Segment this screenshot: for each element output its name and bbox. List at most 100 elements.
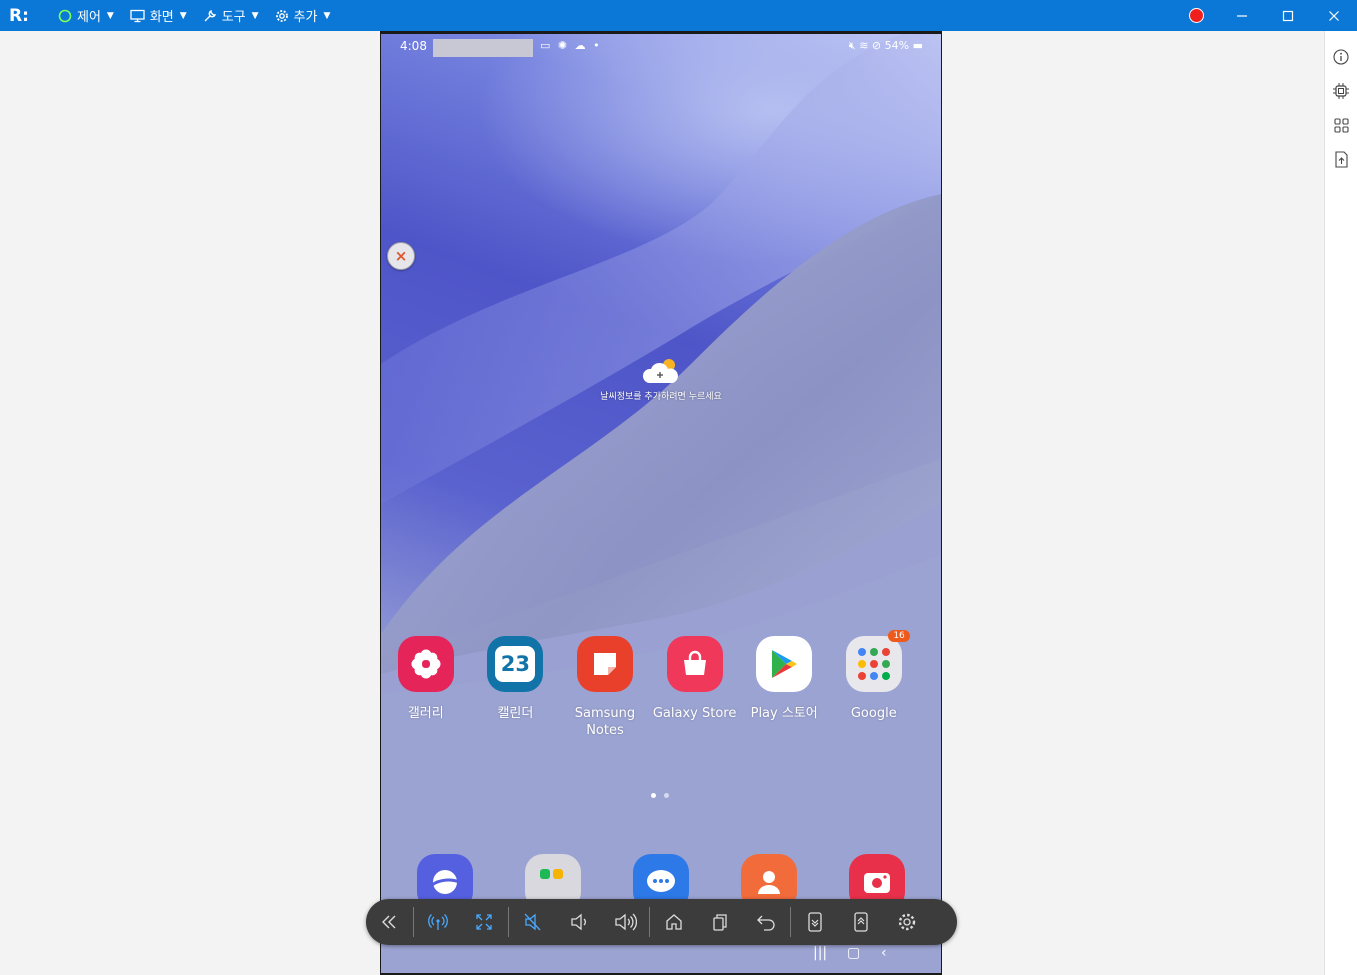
undo-icon [757,915,775,931]
grid-icon [1333,117,1349,133]
wifi-icon: ≋ [859,39,869,52]
page-indicator [651,793,669,798]
collapse-toolbar-button[interactable] [366,899,412,945]
device-screen[interactable]: 4:08 ▭ ✺ ☁ • 🔇︎ ≋ ⊘ 54% ▬ × 날씨정보를 추가하려면 … [381,34,941,973]
google-folder-icon: 16 [845,630,910,692]
home-button[interactable] [651,899,697,945]
monitor-icon [130,9,145,22]
app-google-folder[interactable]: 16 Google [829,630,919,739]
toolbar-separator [649,907,650,937]
menu-control-label: 제어 [77,10,101,25]
play-store-icon [756,636,813,692]
device-frame: 4:08 ▭ ✺ ☁ • 🔇︎ ≋ ⊘ 54% ▬ × 날씨정보를 추가하려면 … [380,31,942,975]
volume-down-icon [571,913,586,931]
chip-icon [1333,83,1349,99]
menu-tools-label: 도구 [221,10,246,25]
toolbar-separator [790,907,791,937]
back-nav-icon[interactable]: ‹ [881,945,887,961]
menu-more[interactable]: 추가 ▼ [267,0,339,31]
app-label: Samsung Notes [574,706,636,738]
apps-grid-button[interactable] [1325,108,1357,142]
close-button[interactable] [1311,0,1357,31]
home-nav-icon[interactable]: ▢ [847,945,860,961]
scroll-down-button[interactable] [792,899,838,945]
app-label: Galaxy Store [652,706,737,721]
gallery-icon [397,636,454,692]
info-button[interactable] [1325,40,1357,74]
app-calendar[interactable]: 23 캘린더 [471,636,561,739]
settings-button[interactable] [884,899,930,945]
home-apps: 갤러리 23 캘린더 Samsung Notes Galaxy Store Pl… [381,630,941,739]
main-menu: 제어 ▼ 화면 ▼ 도구 ▼ 추가 ▼ [50,0,338,31]
gear-icon [275,9,288,22]
app-samsung-notes[interactable]: Samsung Notes [560,636,650,739]
app-galaxy-store[interactable]: Galaxy Store [650,636,740,739]
dnd-icon: ⊘ [871,39,882,52]
signal-button[interactable] [415,899,461,945]
fullscreen-button[interactable] [461,899,507,945]
battery-level: 54% [884,39,910,52]
page-dot-2[interactable] [664,793,669,798]
app-gallery[interactable]: 갤러리 [381,636,471,739]
page-dot-1[interactable] [651,793,656,798]
volume-up-button[interactable] [602,899,648,945]
title-bar: R: 제어 ▼ 화면 ▼ 도구 ▼ 추가 ▼ [0,0,1357,31]
record-button[interactable] [1173,0,1219,31]
scroll-up-button[interactable] [838,899,884,945]
recent-apps-button[interactable] [697,899,743,945]
weather-prompt: 날씨정보를 추가하려면 누르세요 [600,392,722,402]
maximize-icon [1282,10,1294,21]
copy-icon [713,914,727,931]
file-upload-icon [1334,150,1348,168]
window-controls [1173,0,1357,31]
phone-scroll-up-icon [854,912,868,932]
double-chevron-left-icon [382,915,396,929]
menu-tools[interactable]: 도구 ▼ [195,0,267,31]
mute-button[interactable] [510,899,556,945]
calendar-date: 23 [500,652,530,676]
chevron-down-icon: ▼ [323,10,331,21]
control-icon [58,9,72,22]
speaker-mute-icon [524,913,541,931]
close-icon [1329,10,1339,21]
minimize-button[interactable] [1219,0,1265,31]
back-button[interactable] [743,899,789,945]
volume-up-icon [615,913,637,931]
chevron-down-icon: ▼ [179,10,187,21]
gear-icon [898,913,916,931]
floating-close-button[interactable]: × [387,242,415,270]
store-bag-icon [666,636,723,692]
menu-screen-label: 화면 [149,10,174,25]
menu-screen[interactable]: 화면 ▼ [122,0,195,31]
notes-icon [576,636,633,692]
toolbar-separator [413,907,414,937]
menu-control[interactable]: 제어 ▼ [50,0,122,31]
chevron-down-icon: ▼ [251,10,259,21]
wrench-icon [204,9,216,21]
chip-button[interactable] [1325,74,1357,108]
weather-cloud-icon [642,357,679,385]
calendar-icon: 23 [487,636,544,692]
wallpaper [381,34,941,694]
app-label: 갤러리 [407,706,444,721]
maximize-button[interactable] [1265,0,1311,31]
broadcast-icon [428,914,448,930]
record-icon [1188,8,1204,23]
remote-toolbar [366,899,957,945]
minimize-icon [1237,14,1247,17]
notification-badge: 16 [888,630,910,642]
redacted-area [433,39,533,57]
app-label: 캘린더 [497,706,534,721]
notification-icons: ▭ ✺ ☁ • [540,39,602,52]
app-play-store[interactable]: Play 스토어 [739,636,829,739]
volume-down-button[interactable] [556,899,602,945]
app-label: Google [850,706,897,721]
toolbar-separator [508,907,509,937]
recents-icon[interactable]: ||| [813,945,827,961]
weather-widget[interactable]: 날씨정보를 추가하려면 누르세요 [581,357,741,402]
right-sidebar [1324,31,1357,975]
status-time: 4:08 [400,39,427,53]
home-icon [666,914,682,930]
file-upload-button[interactable] [1325,142,1357,176]
close-icon: × [394,247,408,265]
